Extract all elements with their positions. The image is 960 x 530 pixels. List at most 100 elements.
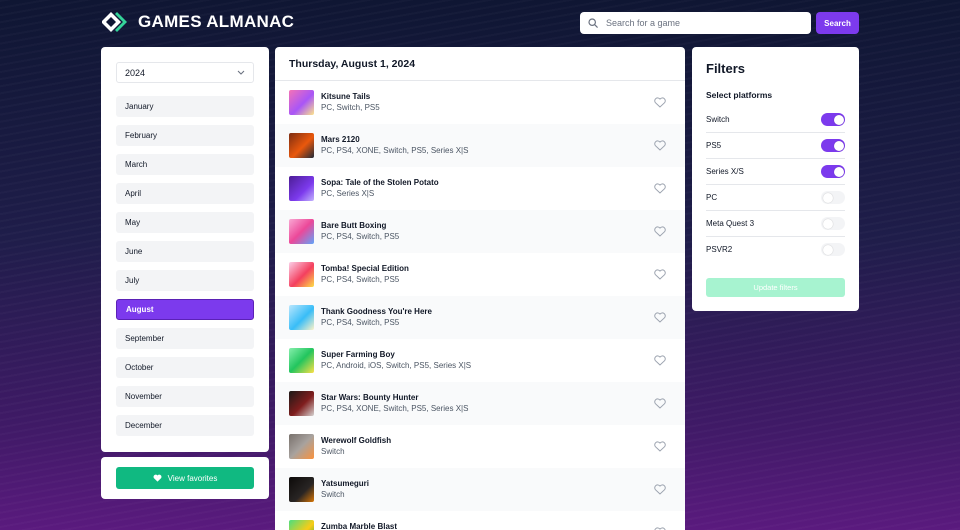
game-title: Mars 2120 [321,135,360,144]
game-row[interactable]: Kitsune Tails PC, Switch, PS5 [275,81,685,124]
favorite-heart-icon[interactable] [654,441,666,452]
month-label: August [126,305,154,314]
platform-label: PC [706,193,718,202]
month-june[interactable]: June [116,241,254,262]
month-september[interactable]: September [116,328,254,349]
meta-quest-3-toggle[interactable] [821,217,845,230]
game-row[interactable]: Bare Butt Boxing PC, PS4, Switch, PS5 [275,210,685,253]
game-thumbnail [289,348,314,373]
favorite-heart-icon[interactable] [654,269,666,280]
filters-subtitle: Select platforms [706,90,773,100]
month-february[interactable]: February [116,125,254,146]
game-row[interactable]: Star Wars: Bounty Hunter PC, PS4, XONE, … [275,382,685,425]
heart-icon [153,474,162,482]
update-filters-button[interactable]: Update filters [706,278,845,297]
favorite-heart-icon[interactable] [654,355,666,366]
favorite-heart-icon[interactable] [654,226,666,237]
switch-toggle[interactable] [821,113,845,126]
favorite-heart-icon[interactable] [654,140,666,151]
date-heading: Thursday, August 1, 2024 [289,58,416,70]
game-thumbnail [289,219,314,244]
game-row[interactable]: Super Farming Boy PC, Android, iOS, Swit… [275,339,685,382]
game-platforms: PC, PS4, XONE, Switch, PS5, Series X|S [321,146,469,155]
game-title: Sopa: Tale of the Stolen Potato [321,178,439,187]
game-title: Yatsumeguri [321,479,370,488]
chevron-down-icon [237,70,245,75]
month-label: December [125,421,162,430]
favorite-heart-icon[interactable] [654,183,666,194]
game-thumbnail [289,520,314,530]
month-may[interactable]: May [116,212,254,233]
toggle-knob [822,218,833,229]
month-april[interactable]: April [116,183,254,204]
game-platforms: PC, PS4, XONE, Switch, PS5, Series X|S [321,404,469,413]
month-panel: 2024 January February March April May Ju… [101,47,269,452]
month-october[interactable]: October [116,357,254,378]
platform-label: Series X/S [706,167,744,176]
month-label: March [125,160,148,169]
game-row[interactable]: Mars 2120 PC, PS4, XONE, Switch, PS5, Se… [275,124,685,167]
year-value: 2024 [125,67,146,78]
search-input[interactable] [604,17,798,29]
toggle-knob [833,140,844,151]
game-row[interactable]: Sopa: Tale of the Stolen Potato PC, Seri… [275,167,685,210]
psvr2-toggle[interactable] [821,243,845,256]
game-platforms: PC, Switch, PS5 [321,103,380,112]
favorite-heart-icon[interactable] [654,484,666,495]
game-title: Zumba Marble Blast [321,522,398,530]
game-thumbnail [289,176,314,201]
month-january[interactable]: January [116,96,254,117]
month-july[interactable]: July [116,270,254,291]
search-button[interactable]: Search [816,12,859,34]
game-row[interactable]: Thank Goodness You're Here PC, PS4, Swit… [275,296,685,339]
ps5-toggle[interactable] [821,139,845,152]
favorite-heart-icon[interactable] [654,97,666,108]
game-thumbnail [289,133,314,158]
year-select[interactable]: 2024 [116,62,254,83]
game-title: Kitsune Tails [321,92,371,101]
platform-row-switch: Switch [706,107,845,133]
view-favorites-label: View favorites [167,473,218,483]
game-platforms: Switch [321,447,345,456]
game-list-panel: Thursday, August 1, 2024 Kitsune Tails P… [275,47,685,530]
game-thumbnail [289,90,314,115]
month-label: May [125,218,141,227]
logo-diamond-icon [101,11,130,33]
month-label: February [125,131,158,140]
month-december[interactable]: December [116,415,254,436]
search-box[interactable] [580,12,811,34]
game-thumbnail [289,262,314,287]
platform-row-series-xs: Series X/S [706,159,845,185]
game-thumbnail [289,477,314,502]
month-november[interactable]: November [116,386,254,407]
month-august[interactable]: August [116,299,254,320]
favorite-heart-icon[interactable] [654,398,666,409]
game-row[interactable]: Werewolf Goldfish Switch [275,425,685,468]
platform-label: PSVR2 [706,245,733,254]
game-row[interactable]: Tomba! Special Edition PC, PS4, Switch, … [275,253,685,296]
game-row[interactable]: Zumba Marble Blast [275,511,685,530]
platform-label: Switch [706,115,730,124]
view-favorites-button[interactable]: View favorites [116,467,254,489]
series-xs-toggle[interactable] [821,165,845,178]
platform-row-pc: PC [706,185,845,211]
game-thumbnail [289,391,314,416]
month-label: July [125,276,140,285]
month-label: April [125,189,142,198]
month-march[interactable]: March [116,154,254,175]
app-logo[interactable]: GAMES ALMANAC [101,11,295,33]
platform-label: Meta Quest 3 [706,219,755,228]
game-title: Bare Butt Boxing [321,221,387,230]
game-thumbnail [289,434,314,459]
toggle-knob [833,166,844,177]
favorite-heart-icon[interactable] [654,312,666,323]
game-title: Thank Goodness You're Here [321,307,432,316]
search-icon [588,18,598,28]
game-title: Super Farming Boy [321,350,395,359]
app-title: GAMES ALMANAC [138,12,295,31]
game-row[interactable]: Yatsumeguri Switch [275,468,685,511]
platform-row-psvr2: PSVR2 [706,237,845,263]
pc-toggle[interactable] [821,191,845,204]
game-title: Werewolf Goldfish [321,436,392,445]
month-label: November [125,392,162,401]
